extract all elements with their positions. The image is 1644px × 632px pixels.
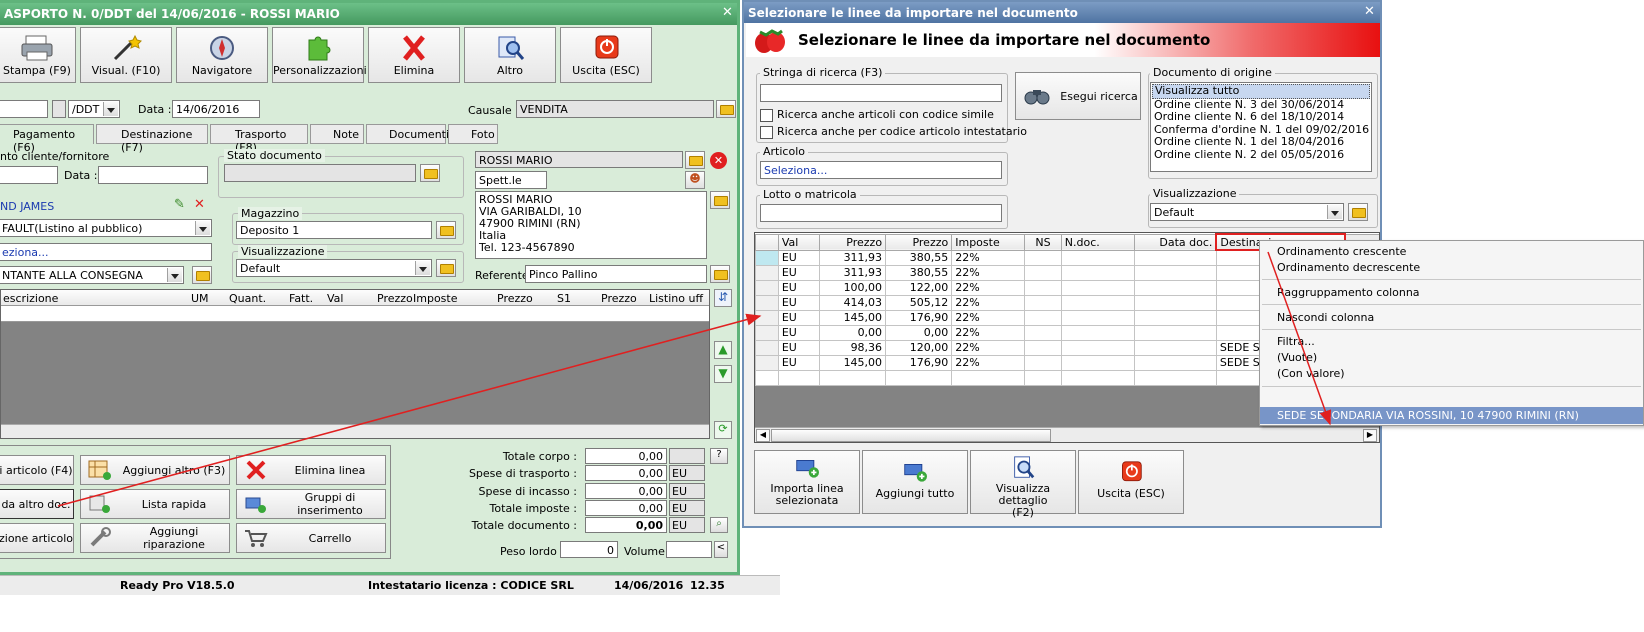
annotation-arrows bbox=[57, 251, 1332, 507]
arrow-to-dialog bbox=[57, 313, 762, 507]
arrow-to-menu bbox=[1267, 251, 1332, 426]
